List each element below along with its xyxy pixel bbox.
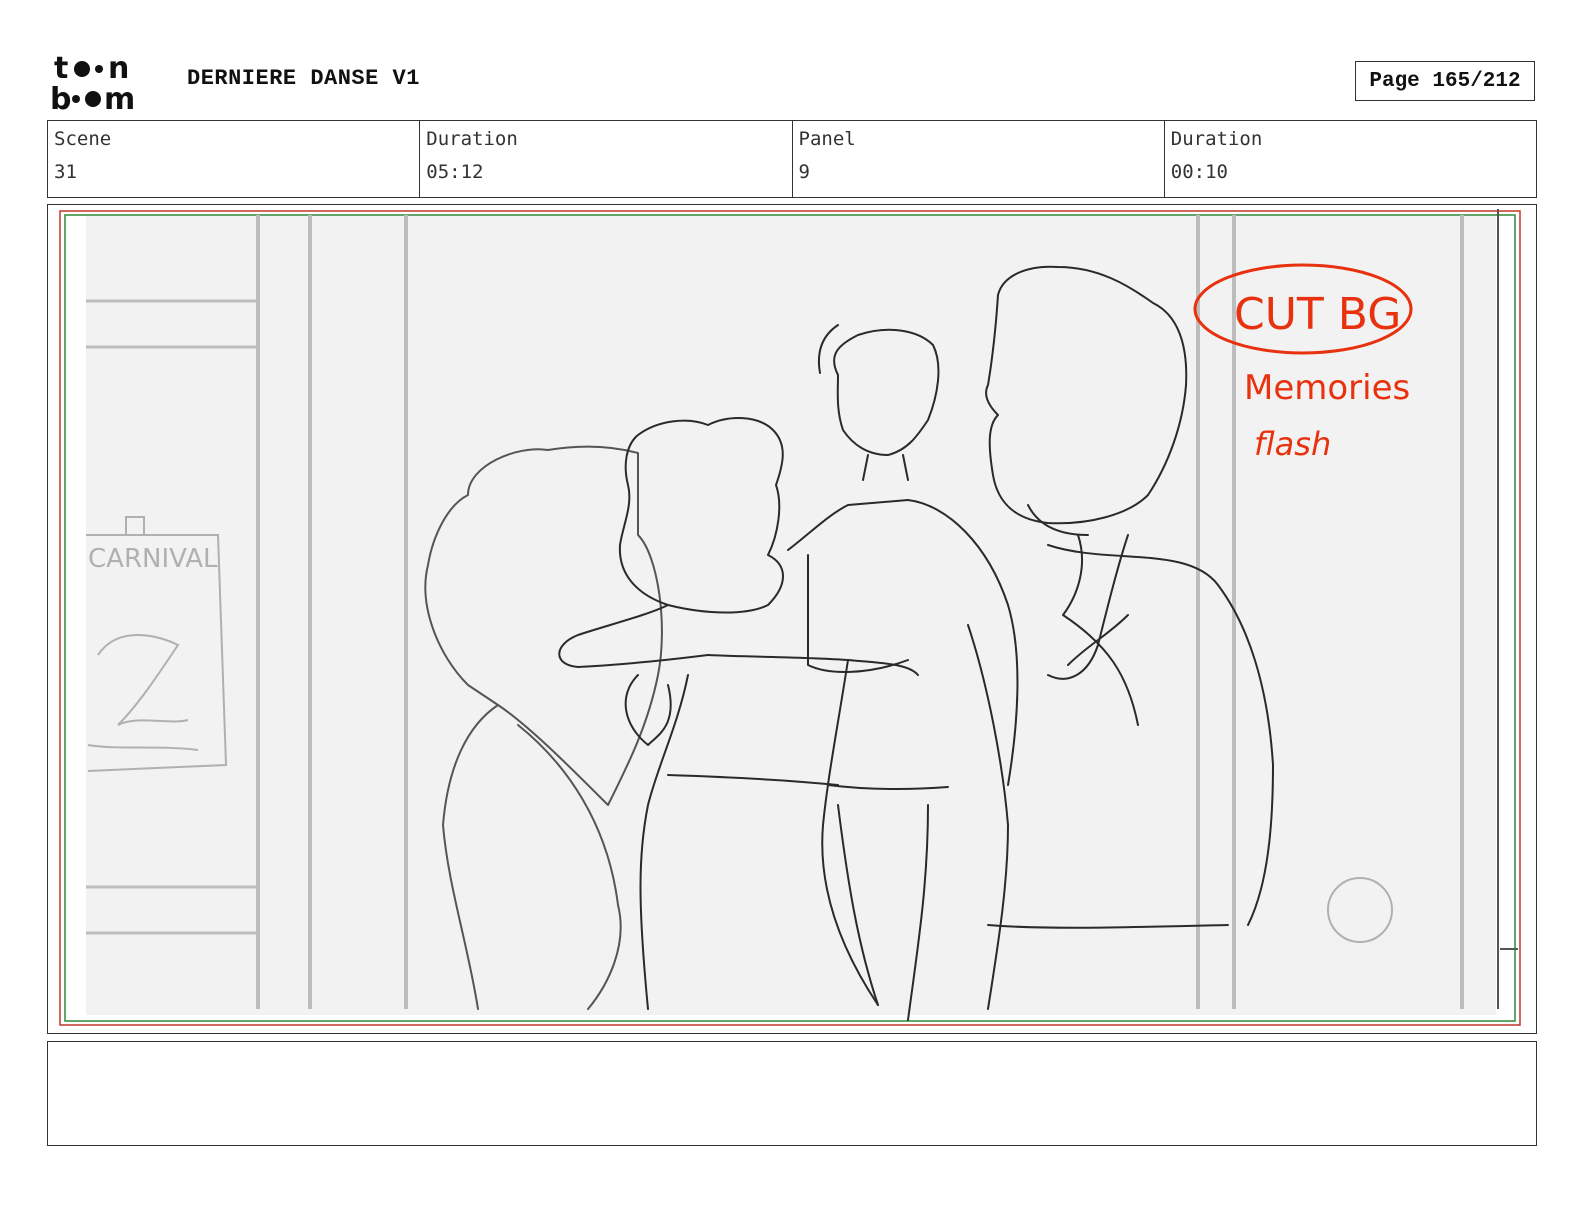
toon-boom-logo: t n b m <box>50 52 135 112</box>
panel-drawing: CARNIVAL CUT BG Memories flash <box>59 209 1521 1026</box>
panel-value: 9 <box>798 161 810 183</box>
panel-duration-label: Duration <box>1170 128 1263 150</box>
scene-value: 31 <box>54 161 77 183</box>
panel-duration-value: 00:10 <box>1170 161 1228 183</box>
storyboard-panel: CARNIVAL CUT BG Memories flash <box>47 204 1537 1034</box>
panel-info-table: Scene 31 Duration 05:12 Panel 9 Duration… <box>47 120 1537 198</box>
page-number-label: Page 165/212 <box>1369 69 1521 93</box>
annotation-flash: flash <box>1254 425 1331 463</box>
svg-text:t: t <box>54 52 68 86</box>
scene-cell: Scene 31 <box>48 121 421 197</box>
panel-notes-box <box>47 1041 1537 1146</box>
svg-text:n: n <box>108 52 129 86</box>
svg-text:b: b <box>50 82 71 112</box>
panel-label: Panel <box>798 128 856 150</box>
annotation-cut-bg: CUT BG <box>1234 289 1401 340</box>
scene-duration-cell: Duration 05:12 <box>420 121 793 197</box>
scene-label: Scene <box>54 128 112 150</box>
panel-cell: Panel 9 <box>793 121 1165 197</box>
poster-text: CARNIVAL <box>88 544 218 574</box>
svg-text:m: m <box>104 82 135 112</box>
annotation-memories: Memories <box>1244 368 1410 408</box>
panel-duration-cell: Duration 00:10 <box>1165 121 1536 197</box>
page-number: Page 165/212 <box>1355 61 1535 101</box>
scene-duration-value: 05:12 <box>426 161 484 183</box>
scene-duration-label: Duration <box>426 128 518 150</box>
document-title: DERNIERE DANSE V1 <box>187 66 420 91</box>
